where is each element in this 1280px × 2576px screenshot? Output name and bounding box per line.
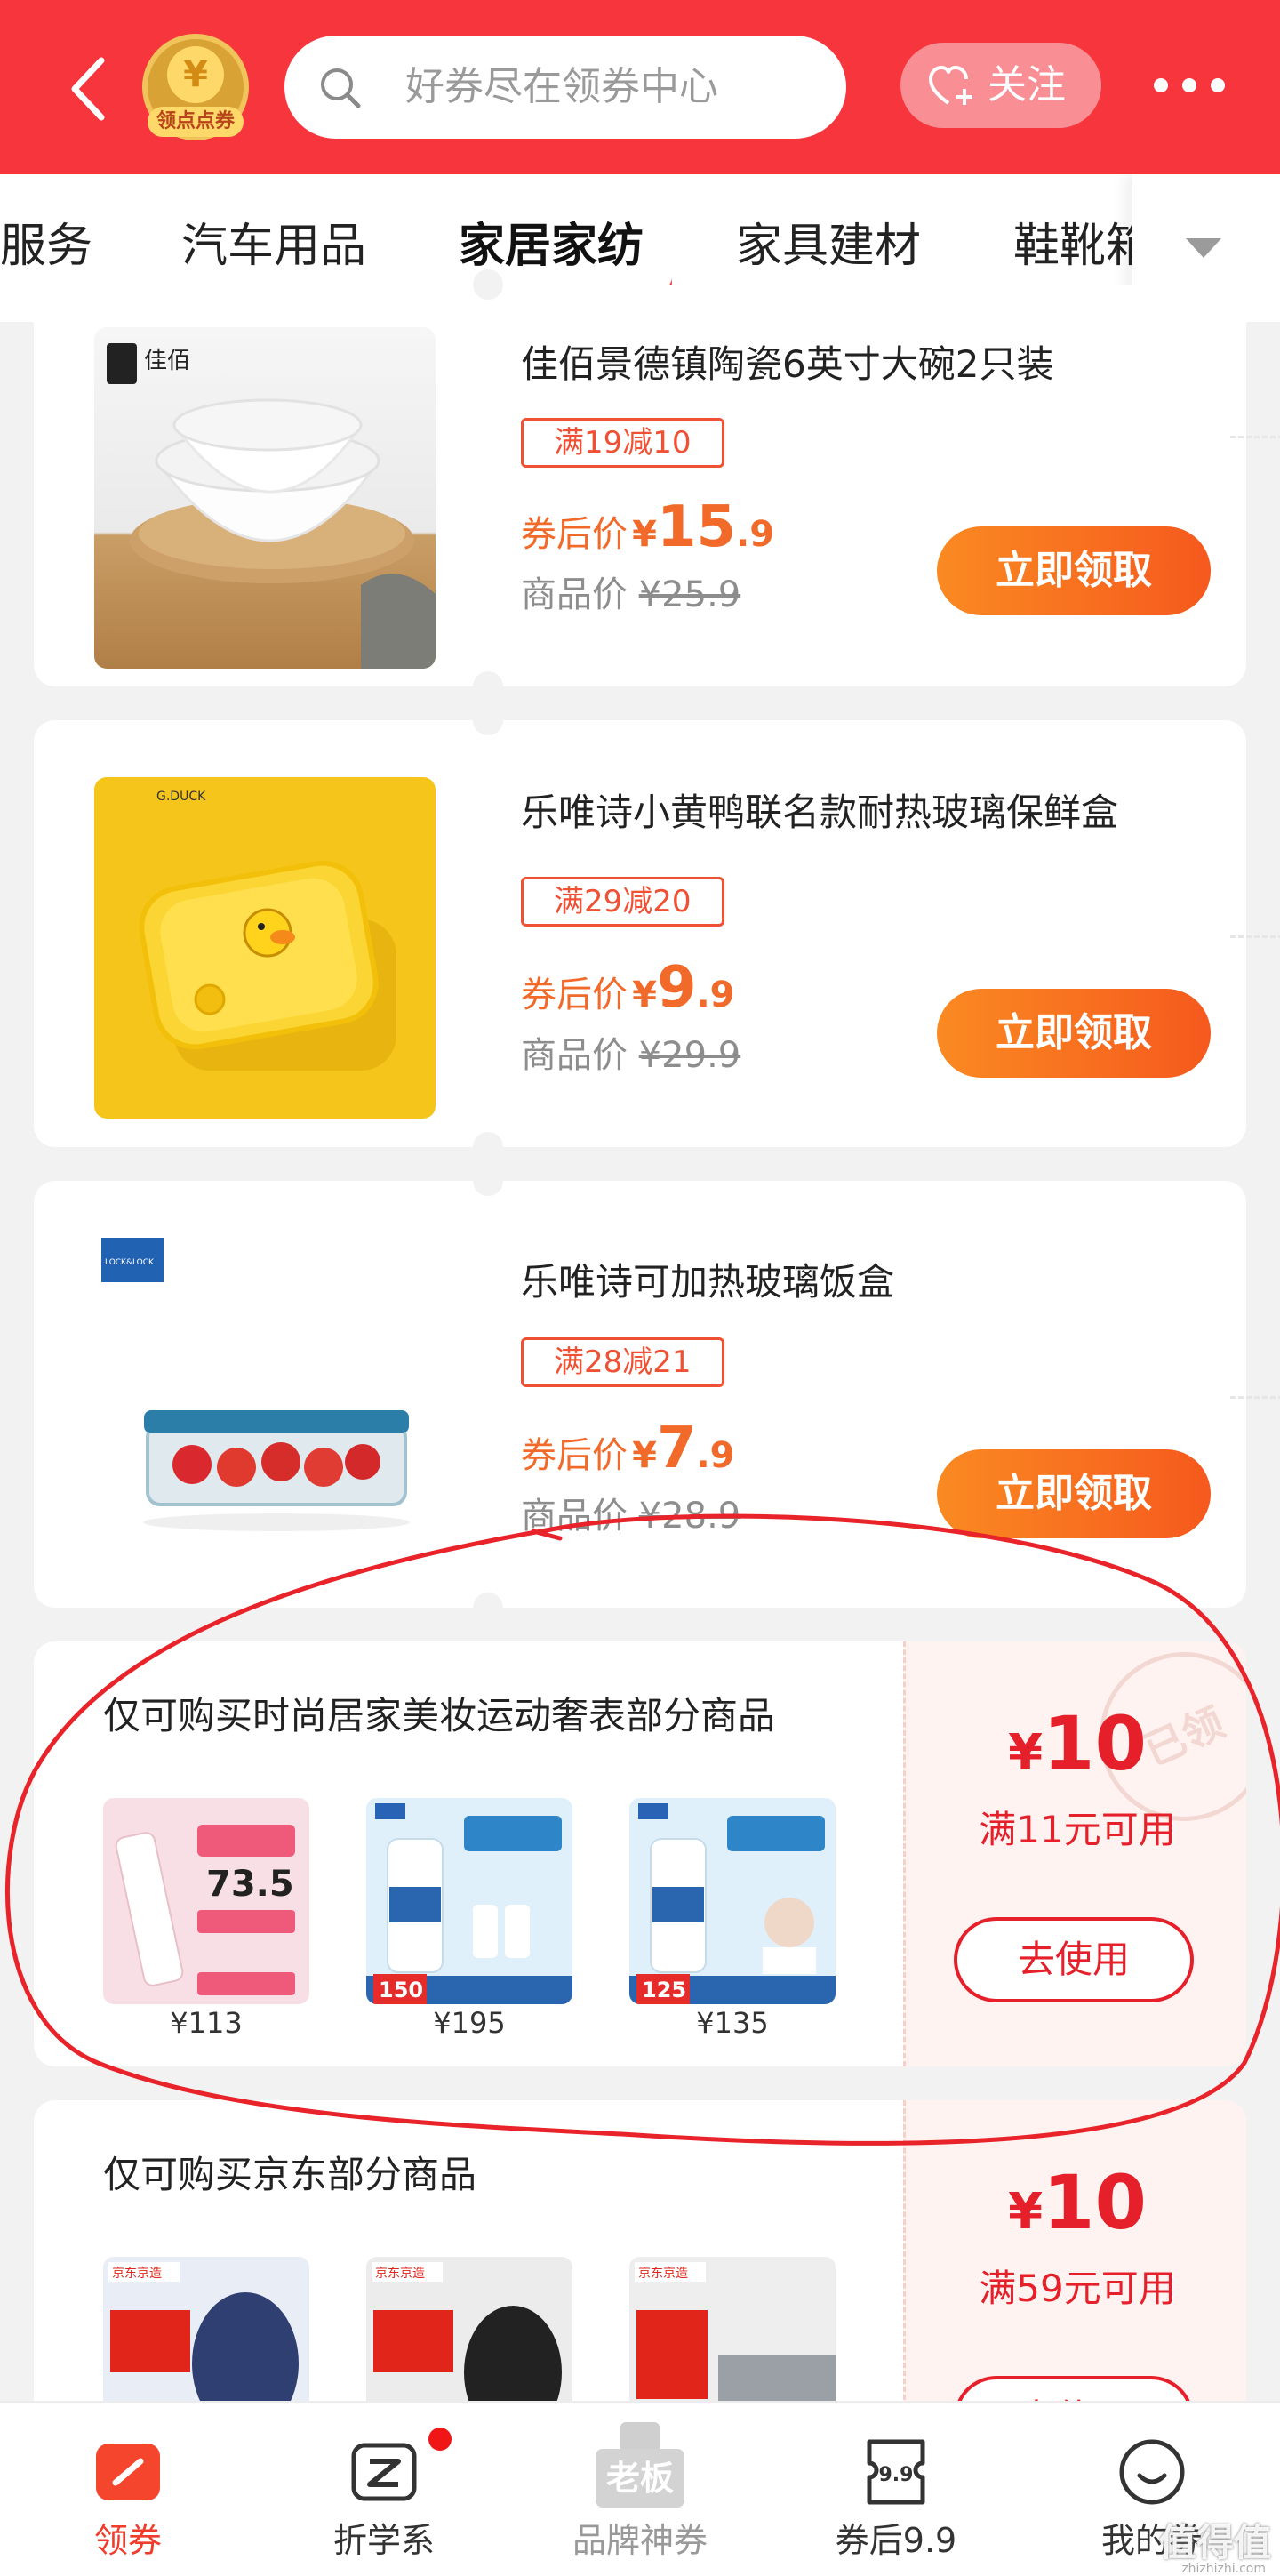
- product-title[interactable]: 乐唯诗小黄鸭联名款耐热玻璃保鲜盒: [521, 788, 1118, 838]
- product-thumb[interactable]: 125: [629, 1798, 836, 2004]
- svg-text:9.9: 9.9: [879, 2464, 914, 2486]
- nav-after-coupon-99[interactable]: 9.9 券后9.9: [768, 2403, 1024, 2576]
- product-title[interactable]: 乐唯诗可加热玻璃饭盒: [521, 1257, 894, 1307]
- bottom-navigation: 领券 折学系 老板 品牌神券 9.9 券后9.9 我的券 值得值 zhizhiz…: [0, 2401, 1280, 2576]
- z-icon: [351, 2443, 417, 2501]
- duck-box-image: G.DUCK: [139, 790, 396, 1071]
- product-image[interactable]: G.DUCK: [94, 777, 436, 1119]
- coupon-card: 已领 ¥10 满11元可用 去使用 仅可购买时尚居家美妆运动奢表部分商品 73.…: [34, 1641, 1246, 2066]
- tab-furniture-building[interactable]: 家具建材: [736, 217, 921, 276]
- coupon-amount: ¥10: [1008, 2159, 1147, 2246]
- use-coupon-button[interactable]: 去使用: [954, 1917, 1194, 2002]
- discount-tag: 满19减10: [521, 418, 724, 468]
- more-icon[interactable]: [1154, 68, 1225, 103]
- product-image[interactable]: 佳佰: [94, 327, 436, 669]
- thumb-price-label: 73.5: [206, 1864, 294, 1905]
- product-thumb[interactable]: 150: [366, 1798, 572, 2004]
- search-input[interactable]: 好券尽在领券中心: [284, 36, 846, 139]
- nav-label: 券后9.9: [835, 2521, 957, 2560]
- ticket-99-icon: 9.9: [867, 2439, 925, 2505]
- brand-logo-text: LOCK&LOCK: [105, 1258, 155, 1267]
- top-bar: ¥ 领点点券 好券尽在领券中心 关注: [0, 0, 1280, 174]
- original-price: 商品价 ¥25.9: [521, 574, 741, 615]
- nav-label: 领券: [93, 2521, 162, 2560]
- nav-label: 折学系: [332, 2521, 435, 2560]
- coupon-value-panel: 已领 ¥10 满11元可用 去使用: [903, 1641, 1246, 2066]
- coupon-amount: ¥10: [1008, 1700, 1147, 1787]
- product-thumb[interactable]: 73.5: [103, 1798, 309, 2004]
- after-coupon-price: 券后价 ¥7.9: [521, 1416, 735, 1481]
- brand-logo-text: 佳佰: [144, 348, 190, 374]
- discount-tag: 满29减20: [521, 877, 724, 927]
- follow-button[interactable]: 关注: [900, 43, 1101, 128]
- bowl-image: 佳佰: [107, 343, 436, 669]
- product-thumb-price: ¥113: [170, 2006, 243, 2040]
- search-icon: [321, 68, 361, 108]
- back-arrow-icon[interactable]: [64, 53, 114, 124]
- coupon-icon: [96, 2444, 160, 2500]
- site-watermark: 值得值: [1158, 2521, 1271, 2564]
- brand-logo-text: G.DUCK: [156, 790, 206, 804]
- thumb-brand-label: 京东京造: [375, 2267, 425, 2281]
- nav-label: 品牌神券: [572, 2521, 708, 2560]
- product-card: LOCK&LOCK 乐唯诗可加热玻璃饭盒 满28减21 券后价 ¥7.9 商品价…: [34, 1166, 1280, 1623]
- tab-auto-supplies[interactable]: 汽车用品: [181, 217, 366, 276]
- thumb-price-label: 150: [379, 1978, 423, 2002]
- smile-icon: [1119, 2439, 1185, 2505]
- site-watermark-url: zhizhizhi.com: [1181, 2562, 1266, 2576]
- glass-box-image: LOCK&LOCK: [101, 1238, 410, 1531]
- coin-label: 领点点券: [148, 107, 244, 137]
- chevron-down-icon: [1186, 238, 1221, 258]
- thumb-price-label: 125: [642, 1978, 686, 2002]
- coupon-condition: 满59元可用: [979, 2267, 1176, 2310]
- notification-dot: [428, 2428, 452, 2451]
- claim-button[interactable]: 立即领取: [937, 1449, 1211, 1538]
- claim-button[interactable]: 立即领取: [937, 526, 1211, 615]
- search-placeholder: 好券尽在领券中心: [405, 64, 718, 109]
- tab-shoes-bags[interactable]: 鞋靴箱: [1013, 217, 1152, 276]
- coupon-scope-title: 仅可购买京东部分商品: [103, 2153, 477, 2196]
- thumb-brand-label: 京东京造: [112, 2267, 162, 2281]
- product-card: G.DUCK 乐唯诗小黄鸭联名款耐热玻璃保鲜盒 满29减20 券后价 ¥9.9 …: [34, 705, 1280, 1162]
- coin-symbol: ¥: [167, 46, 224, 103]
- after-coupon-price: 券后价 ¥15.9: [521, 494, 775, 560]
- nav-brand-coupons[interactable]: 老板 品牌神券: [512, 2403, 768, 2576]
- nav-coupons[interactable]: 领券: [0, 2403, 256, 2576]
- product-thumb-price: ¥135: [696, 2006, 769, 2040]
- product-card: 佳佰 佳佰景德镇陶瓷6英寸大碗2只装 满19减10 券后价 ¥15.9 商品价 …: [34, 269, 1280, 702]
- coupon-condition: 满11元可用: [979, 1808, 1176, 1851]
- product-title[interactable]: 佳佰景德镇陶瓷6英寸大碗2只装: [521, 340, 1053, 389]
- heart-plus-icon: [929, 66, 972, 105]
- boss-icon: 老板: [596, 2422, 684, 2511]
- tab-home-textile[interactable]: 家居家纺: [459, 217, 644, 276]
- tab-services[interactable]: 服务: [0, 217, 92, 276]
- original-price: 商品价 ¥29.9: [521, 1035, 741, 1076]
- discount-tag: 满28减21: [521, 1337, 724, 1387]
- original-price: 商品价 ¥28.9: [521, 1496, 741, 1537]
- product-image[interactable]: LOCK&LOCK: [94, 1229, 436, 1570]
- coupon-scope-title: 仅可购买时尚居家美妆运动奢表部分商品: [103, 1694, 776, 1737]
- nav-zhexuexi[interactable]: 折学系: [256, 2403, 512, 2576]
- thumb-brand-label: 京东京造: [638, 2267, 688, 2281]
- after-coupon-price: 券后价 ¥9.9: [521, 955, 735, 1021]
- coupon-points-badge[interactable]: ¥ 领点点券: [142, 34, 249, 140]
- claim-button[interactable]: 立即领取: [937, 989, 1211, 1078]
- follow-label: 关注: [988, 62, 1066, 108]
- product-thumb-price: ¥195: [433, 2006, 506, 2040]
